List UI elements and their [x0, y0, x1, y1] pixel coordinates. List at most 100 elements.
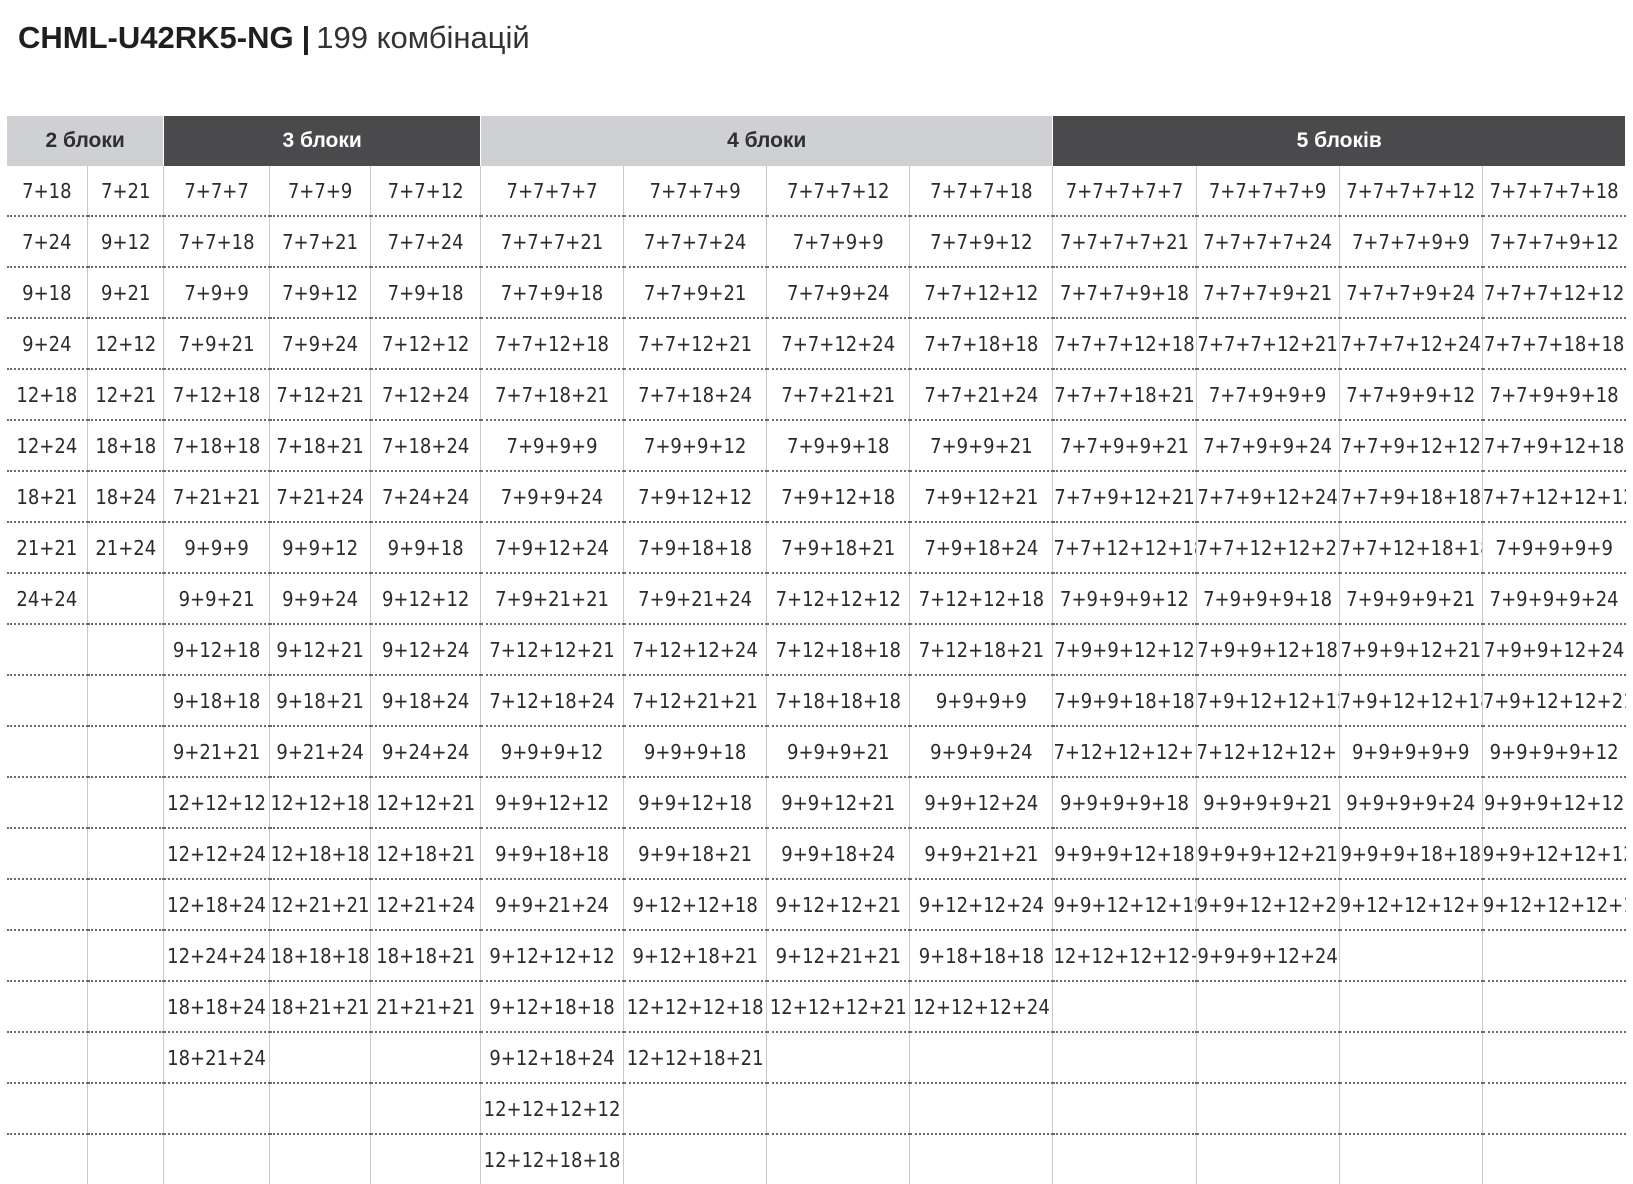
combination-cell [1052, 981, 1197, 1033]
combinations-table: 2 блоки 3 блоки 4 блоки 5 блоків 7+18 7+21 7+… [5, 116, 1626, 1184]
combination-cell: 7+7+7+24 [623, 216, 768, 268]
group-header-row: 2 блоки 3 блоки 4 блоки 5 блоків [5, 116, 1626, 166]
combination-cell: 9+9+9+12+12 [1482, 777, 1626, 829]
combination-cell: 9+12+21+21 [766, 930, 911, 982]
combination-cell: 7+12+12 [370, 318, 481, 370]
combination-cell: 7+12+18 [163, 369, 270, 421]
combination-cell [87, 624, 165, 676]
combination-cell: 7+7+9 [269, 166, 372, 217]
combination-cell: 7+9+9+9+18 [1196, 573, 1340, 625]
combination-cell [6, 777, 89, 829]
combination-cell: 9+9+12+24 [909, 777, 1054, 829]
combination-cell: 9+9+18+21 [623, 828, 768, 880]
combination-cell [1196, 981, 1340, 1033]
combination-cell: 7+7+7+7+21 [1052, 216, 1197, 268]
table-row: 9+12+18 9+12+21 9+12+24 7+12+12+21 7+12+12+2… [6, 624, 1626, 676]
combination-cell [1339, 981, 1483, 1033]
combination-cell: 7+7+18 [163, 216, 270, 268]
combination-cell: 9+9+12+12 [480, 777, 625, 829]
combination-cell: 9+12+12+18 [623, 879, 768, 931]
combination-cell: 7+9+12+18 [766, 471, 911, 523]
combination-cell: 9+12+12+12 [480, 930, 625, 982]
combination-cell: 9+18+24 [370, 675, 481, 727]
combination-cell: 7+7+21 [269, 216, 372, 268]
combination-cell: 7+21+24 [269, 471, 372, 523]
table-row: 24+24 9+9+21 9+9+24 9+12+12 7+9+21+21 7+9+21+… [6, 573, 1626, 625]
combination-cell: 18+21+21 [269, 981, 372, 1033]
combination-cell: 7+9+9+12+12 [1052, 624, 1197, 676]
combination-cell [370, 1083, 481, 1135]
combination-cell: 9+9+9 [163, 522, 270, 574]
table-row: 12+24 18+18 7+18+18 7+18+21 7+18+24 7+9+9+9 7+… [6, 420, 1626, 472]
combination-cell [1196, 1032, 1340, 1084]
combination-cell: 7+7+9+12 [909, 216, 1054, 268]
combination-count: 199 комбінацій [316, 20, 530, 55]
table-row: 7+24 9+12 7+7+18 7+7+21 7+7+24 7+7+7+21 7+7+7+… [6, 216, 1626, 268]
combination-cell: 7+7+7+9+21 [1196, 267, 1340, 319]
combination-cell: 7+9+9+24 [480, 471, 625, 523]
combination-cell: 18+18+21 [370, 930, 481, 982]
combination-cell [87, 726, 165, 778]
combination-cell: 7+7+7+7 [480, 166, 625, 217]
table-row: 21+21 21+24 9+9+9 9+9+12 9+9+18 7+9+12+24 7+9+… [6, 522, 1626, 574]
combination-cell [6, 1134, 89, 1184]
table-row: 12+12+18+18 [6, 1134, 1626, 1184]
combination-cell: 7+24+24 [370, 471, 481, 523]
combination-cell: 9+9+9+9+24 [1339, 777, 1483, 829]
combination-cell: 7+9+9+9+9 [1482, 522, 1626, 574]
combination-cell: 7+21 [87, 166, 165, 217]
table-row: 18+18+24 18+21+21 21+21+21 9+12+18+18 12+12+… [6, 981, 1626, 1033]
combination-cell [1339, 1134, 1483, 1184]
combination-cell [163, 1134, 270, 1184]
combination-cell: 7+9+21+24 [623, 573, 768, 625]
table-row: 18+21 18+24 7+21+21 7+21+24 7+24+24 7+9+9+24 7… [6, 471, 1626, 523]
model-name: CHML-U42RK5-NG [18, 20, 294, 55]
table-row: 9+21+21 9+21+24 9+24+24 9+9+9+12 9+9+9+18 9+9… [6, 726, 1626, 778]
combination-cell [1482, 1134, 1625, 1184]
combination-cell: 7+7+12+12+12 [1482, 471, 1626, 523]
combination-cell: 9+9+9+18+18 [1339, 828, 1483, 880]
combination-cell: 9+9+21+24 [480, 879, 625, 931]
combination-cell: 9+9+9+9+9 [1339, 726, 1483, 778]
combination-cell: 12+12+18+21 [623, 1032, 768, 1084]
combination-cell: 7+7+7+12 [766, 166, 911, 217]
combination-cell: 7+12+12+18 [909, 573, 1054, 625]
combination-cell: 7+9+9+12+21 [1339, 624, 1483, 676]
combination-cell: 12+12+18 [269, 777, 372, 829]
combination-cell [87, 1134, 165, 1184]
combination-cell [87, 1032, 165, 1084]
combination-cell [6, 726, 89, 778]
combination-cell [623, 1134, 768, 1184]
combination-cell [623, 1083, 768, 1135]
combination-cell: 7+7+9+9+24 [1196, 420, 1340, 472]
table-row: 12+12+12+12 [6, 1083, 1626, 1135]
combination-cell: 7+24 [6, 216, 89, 268]
combination-cell: 7+7+7+9+24 [1339, 267, 1483, 319]
combination-cell: 12+21+24 [370, 879, 481, 931]
combination-cell: 7+9+9+9+21 [1339, 573, 1483, 625]
combination-cell: 7+12+12+24 [623, 624, 768, 676]
combination-cell [1196, 1083, 1340, 1135]
combination-cell [87, 981, 165, 1033]
table-row: 12+24+24 18+18+18 18+18+21 9+12+12+12 9+12+1… [6, 930, 1626, 982]
combination-cell: 7+7+9+9+9 [1196, 369, 1340, 421]
combination-cell: 7+9+9+9 [480, 420, 625, 472]
combination-cell: 7+7+9+9+12 [1339, 369, 1483, 421]
group-header: 3 блоки [163, 116, 481, 166]
combination-cell: 7+7+12+21 [623, 318, 768, 370]
combination-cell [6, 879, 89, 931]
combination-cell [269, 1032, 372, 1084]
combination-cell: 7+7+12+18 [480, 318, 625, 370]
group-header: 4 блоки [479, 116, 1054, 166]
combination-cell: 7+12+12+12+12 [1052, 726, 1197, 778]
combination-cell: 7+9+12+12+21 [1482, 675, 1626, 727]
combination-cell [87, 777, 165, 829]
combination-cell [269, 1083, 372, 1135]
combination-cell: 9+9+21 [163, 573, 270, 625]
combination-cell: 21+21 [6, 522, 89, 574]
combination-cell: 12+21 [87, 369, 165, 421]
combination-cell: 9+9+9+9+12 [1482, 726, 1626, 778]
combination-cell: 7+7+7+18 [909, 166, 1054, 217]
combination-cell: 7+12+12+12 [766, 573, 911, 625]
combination-cell: 7+9+18+24 [909, 522, 1054, 574]
